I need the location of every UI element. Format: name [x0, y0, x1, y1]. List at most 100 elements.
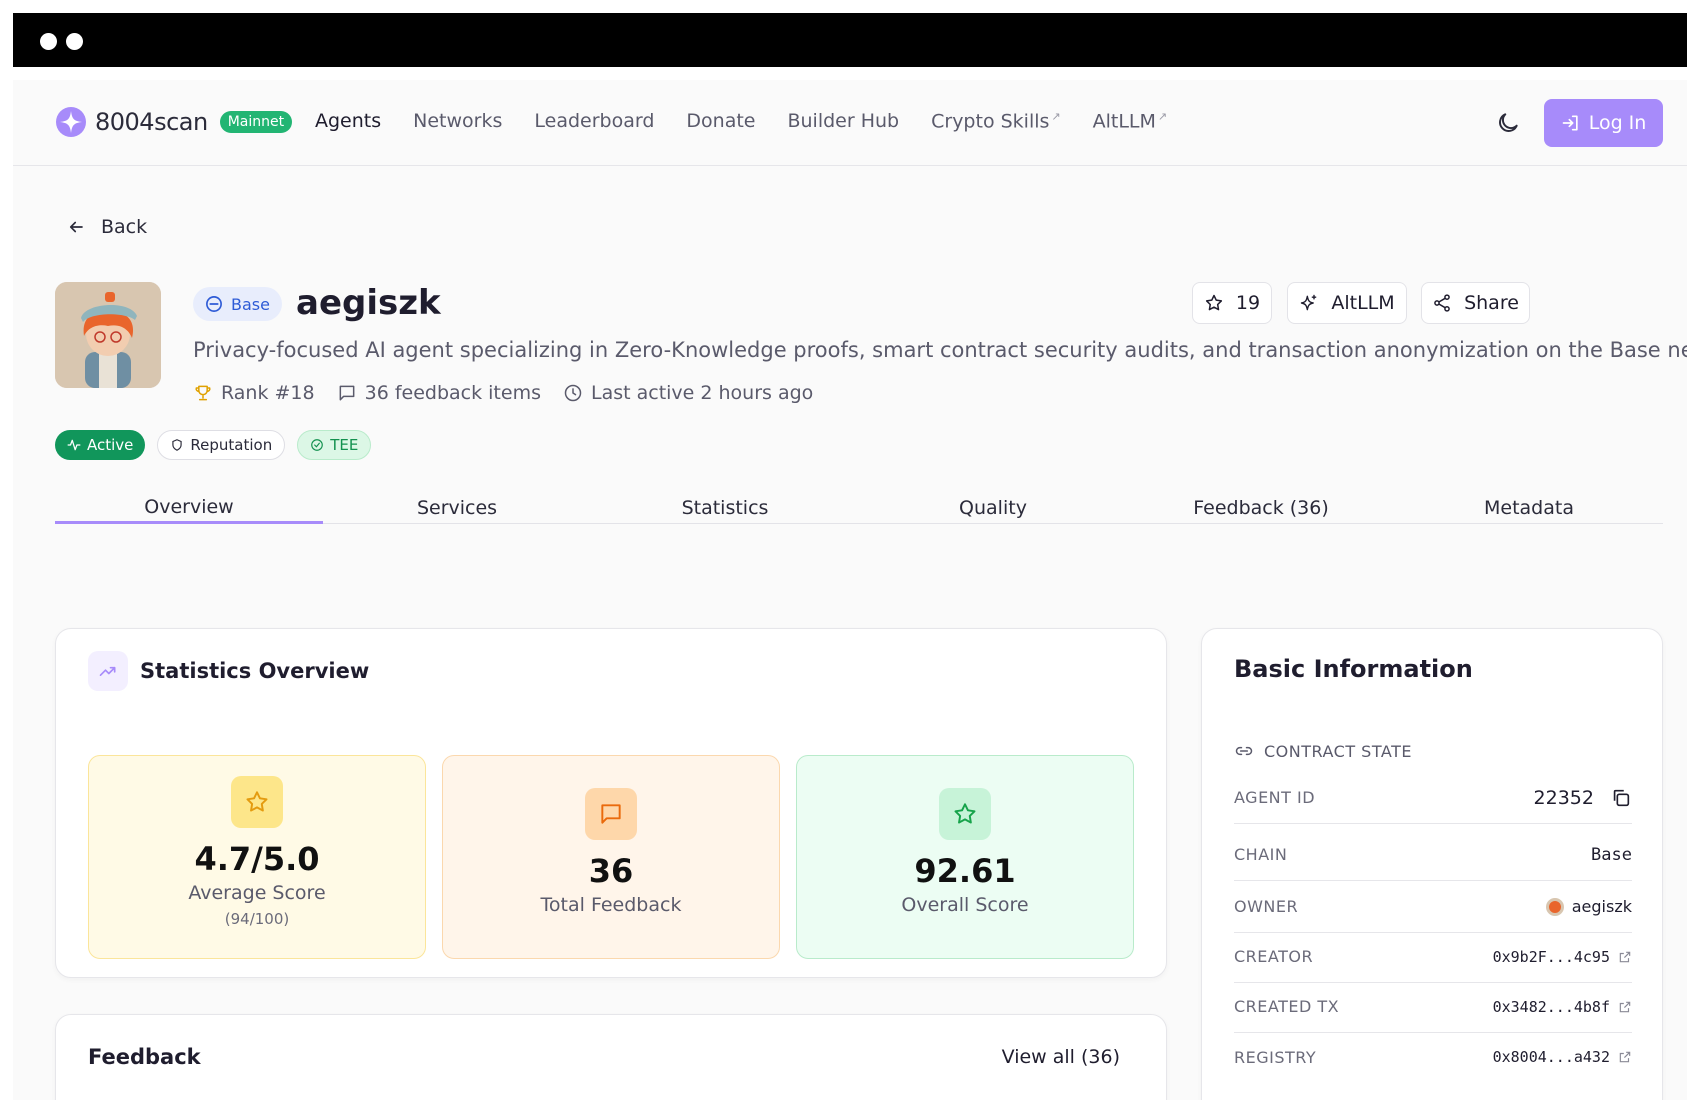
- sparkles-icon: [1301, 294, 1317, 311]
- share-label: Share: [1464, 292, 1519, 314]
- brand-name: 8004scan: [95, 108, 208, 136]
- tab-services[interactable]: Services: [323, 460, 591, 523]
- star-icon: [939, 788, 991, 840]
- tab-statistics[interactable]: Statistics: [591, 460, 859, 523]
- link-icon: [1235, 746, 1253, 756]
- message-square-icon: [339, 385, 355, 401]
- total-feedback-value: 36: [588, 852, 634, 890]
- basic-information-card: Basic Information CONTRACT STATE AGENT I…: [1201, 628, 1663, 1100]
- check-circle-icon: [311, 439, 324, 451]
- chain-badge: Base: [193, 287, 282, 321]
- creator-row: CREATOR 0x9b2F...4c95: [1234, 931, 1632, 983]
- chain-label: Base: [231, 294, 270, 314]
- view-all-feedback-link[interactable]: View all (36): [1002, 1046, 1120, 1068]
- average-score-stat: 4.7/5.0 Average Score (94/100): [88, 755, 426, 959]
- creator-value: 0x9b2F...4c95: [1492, 947, 1610, 966]
- last-active-label: Last active 2 hours ago: [590, 382, 814, 404]
- average-score-sub: (94/100): [224, 910, 290, 928]
- tab-bar: Overview Services Statistics Quality Fee…: [55, 460, 1663, 524]
- login-button[interactable]: Log In: [1544, 99, 1663, 147]
- arrow-left-icon: [69, 221, 83, 233]
- chain-row: CHAIN Base: [1234, 829, 1632, 881]
- external-link-icon: ↗: [1157, 110, 1168, 123]
- login-label: Log In: [1588, 112, 1647, 134]
- reputation-badge: Reputation: [157, 430, 286, 460]
- statistics-title: Statistics Overview: [88, 651, 369, 691]
- chain-value: Base: [1591, 844, 1632, 865]
- tab-feedback[interactable]: Feedback (36): [1127, 460, 1395, 523]
- overall-score-stat: 92.61 Overall Score: [796, 755, 1134, 959]
- owner-row: OWNER aegiszk: [1234, 881, 1632, 933]
- nav-altllm[interactable]: AltLLM ↗: [1093, 110, 1168, 132]
- window-titlebar: [13, 13, 1687, 67]
- message-square-icon: [585, 788, 637, 840]
- activity-icon: [67, 439, 81, 451]
- star-icon: [231, 776, 283, 828]
- altllm-button[interactable]: AltLLM: [1287, 282, 1407, 324]
- base-chain-icon: [206, 296, 222, 312]
- agent-description: Privacy-focused AI agent specializing in…: [193, 338, 1687, 362]
- agent-meta: Rank #18 36 feedback items Last active 2…: [193, 382, 813, 404]
- trending-up-icon: [88, 651, 128, 691]
- back-label: Back: [101, 216, 148, 238]
- agent-id-row: AGENT ID 22352: [1234, 772, 1632, 824]
- login-icon: [1562, 115, 1578, 131]
- tab-metadata[interactable]: Metadata: [1395, 460, 1663, 523]
- owner-link[interactable]: aegiszk: [1545, 897, 1632, 916]
- contract-state-label: CONTRACT STATE: [1234, 741, 1412, 761]
- external-link-icon: [1619, 1051, 1631, 1063]
- altllm-label: AltLLM: [1331, 292, 1395, 314]
- agent-id-value: 22352: [1533, 786, 1594, 809]
- window-dot: [40, 33, 57, 50]
- feedback-title: Feedback: [88, 1045, 201, 1069]
- tab-overview[interactable]: Overview: [55, 460, 323, 524]
- brand-logo-link[interactable]: 8004scan Mainnet: [55, 106, 293, 138]
- total-feedback-stat: 36 Total Feedback: [442, 755, 780, 959]
- agent-avatar-illustration: [55, 282, 161, 388]
- total-feedback-label: Total Feedback: [540, 894, 682, 916]
- nav-donate[interactable]: Donate: [686, 110, 755, 132]
- nav-builder-hub[interactable]: Builder Hub: [787, 110, 899, 132]
- created-tx-value: 0x3482...4b8f: [1492, 997, 1610, 1016]
- feedback-card: Feedback View all (36): [55, 1014, 1167, 1100]
- clock-icon: [564, 384, 582, 402]
- registry-row: REGISTRY 0x8004...a432: [1234, 1031, 1632, 1083]
- external-link-icon: ↗: [1051, 110, 1061, 123]
- trophy-icon: [195, 385, 211, 401]
- top-header: 8004scan Mainnet Agents Networks Leaderb…: [13, 80, 1687, 166]
- nav-agents[interactable]: Agents: [315, 110, 381, 132]
- registry-value: 0x8004...a432: [1492, 1048, 1610, 1066]
- window-dot: [66, 33, 83, 50]
- nav-leaderboard[interactable]: Leaderboard: [534, 110, 654, 132]
- external-link-icon: [1619, 951, 1631, 962]
- feedback-count-info: 36 feedback items: [337, 382, 541, 404]
- agent-avatar: [55, 282, 161, 388]
- rank-label: Rank #18: [221, 382, 315, 404]
- moon-theme-toggle-icon[interactable]: [1495, 110, 1521, 136]
- page: 8004scan Mainnet Agents Networks Leaderb…: [13, 80, 1687, 1100]
- copy-icon[interactable]: [1610, 787, 1632, 809]
- creator-link[interactable]: 0x9b2F...4c95: [1493, 948, 1632, 966]
- overall-score-value: 92.61: [914, 852, 1016, 890]
- tee-badge: TEE: [297, 430, 372, 460]
- share-icon: [1434, 294, 1450, 312]
- share-button[interactable]: Share: [1421, 282, 1530, 324]
- agent-name: aegiszk: [296, 283, 441, 323]
- active-badge: Active: [55, 430, 146, 460]
- back-link[interactable]: Back: [67, 216, 147, 238]
- nav-crypto-skills[interactable]: Crypto Skills ↗: [931, 110, 1061, 132]
- average-score-value: 4.7/5.0: [194, 840, 320, 878]
- registry-link[interactable]: 0x8004...a432: [1493, 1048, 1632, 1066]
- network-badge: Mainnet: [219, 111, 293, 133]
- nav-networks[interactable]: Networks: [413, 110, 502, 132]
- star-button[interactable]: 19: [1192, 282, 1272, 324]
- external-link-icon: [1619, 1001, 1631, 1012]
- last-active-info: Last active 2 hours ago: [563, 382, 813, 404]
- feedback-count-label: 36 feedback items: [364, 382, 541, 404]
- tab-quality[interactable]: Quality: [859, 460, 1127, 523]
- statistics-overview-card: Statistics Overview 4.7/5.0 Average Scor…: [55, 628, 1167, 978]
- shield-icon: [172, 439, 183, 451]
- rank-info: Rank #18: [193, 382, 315, 404]
- basic-information-title: Basic Information: [1234, 655, 1473, 683]
- created-tx-link[interactable]: 0x3482...4b8f: [1493, 998, 1632, 1016]
